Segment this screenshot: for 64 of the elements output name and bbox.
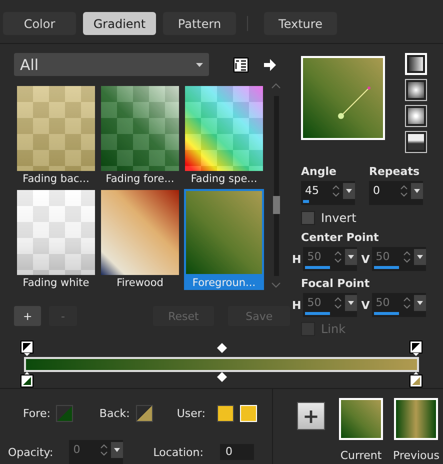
thumbnail-label: Fading bac... [22,172,90,186]
invert-checkbox[interactable] [301,211,315,225]
link-label: Link [321,322,346,336]
category-dropdown[interactable]: All [14,53,209,76]
user-swatch[interactable] [217,405,234,422]
tab[interactable]: Texture [264,12,337,35]
section-label: Focal Point [301,277,370,290]
scroll-thumb[interactable] [272,196,280,214]
color-stop-icon[interactable] [409,340,423,356]
gradient-preview[interactable] [301,56,385,140]
spin-arrows-icon[interactable] [399,183,423,199]
tab[interactable]: Color [3,12,76,35]
previous-label: Previous [393,449,440,462]
add-stop-button[interactable]: + [14,306,42,326]
style-button[interactable] [405,79,427,101]
location-field[interactable]: 0 [220,444,254,460]
current-label: Current [340,449,382,462]
thumbnail-label: Fading fore... [104,172,176,186]
tab[interactable]: Pattern [163,12,236,35]
gradient-bar[interactable] [24,357,419,372]
thumbnail-label: Firewood [116,276,164,290]
caret-icon [196,62,203,66]
gradient-thumbnail[interactable] [184,85,264,172]
previous-swatch [394,398,438,440]
tab[interactable]: Gradient [83,12,156,35]
repeats-label: Repeats [369,165,420,178]
user-label: User: [176,407,206,420]
axis-label: V [361,298,370,312]
gradient-thumbnail[interactable] [100,189,180,276]
scrollbar[interactable] [274,96,278,276]
color-stop-icon[interactable] [20,340,34,356]
opacity-label: Opacity: [8,446,54,458]
fore-label: Fore: [23,407,50,420]
gradient-thumbnail[interactable] [16,189,96,276]
style-button[interactable] [405,105,427,127]
scroll-down-icon[interactable] [271,282,281,288]
thumbnail-label: Fading spe... [190,172,258,186]
gradient-thumbnail[interactable] [184,189,264,276]
color-stop-icon[interactable] [409,372,423,388]
axis-label: H [292,252,302,266]
scroll-up-icon[interactable] [271,83,281,89]
angle-label: Angle [301,165,336,178]
thumbnail-label: Foregroun... [184,276,264,290]
thumbnail-label: Fading white [22,276,90,290]
axis-label: H [292,298,302,312]
color-stop-icon[interactable] [20,372,34,388]
invert-label: Invert [321,211,356,225]
current-swatch [339,398,383,440]
spin-arrows-icon[interactable] [331,183,355,199]
arrow-right-icon[interactable] [263,58,277,72]
angle-spin-field[interactable]: 45 [301,181,355,205]
midpoint-icon[interactable] [216,343,226,353]
section-label: Center Point [301,231,379,244]
location-label: Location: [153,446,204,458]
fore-swatch[interactable] [56,405,74,422]
gradient-thumbnail[interactable] [100,85,180,172]
repeats-spin-field[interactable]: 0 [369,181,423,205]
axis-label: V [361,252,370,266]
style-button[interactable] [405,131,427,153]
list-icon[interactable] [233,56,249,72]
back-label: Back: [99,407,130,420]
back-swatch[interactable] [136,405,153,422]
add-button[interactable]: + [297,402,325,430]
gradient-thumbnail[interactable] [16,85,96,172]
